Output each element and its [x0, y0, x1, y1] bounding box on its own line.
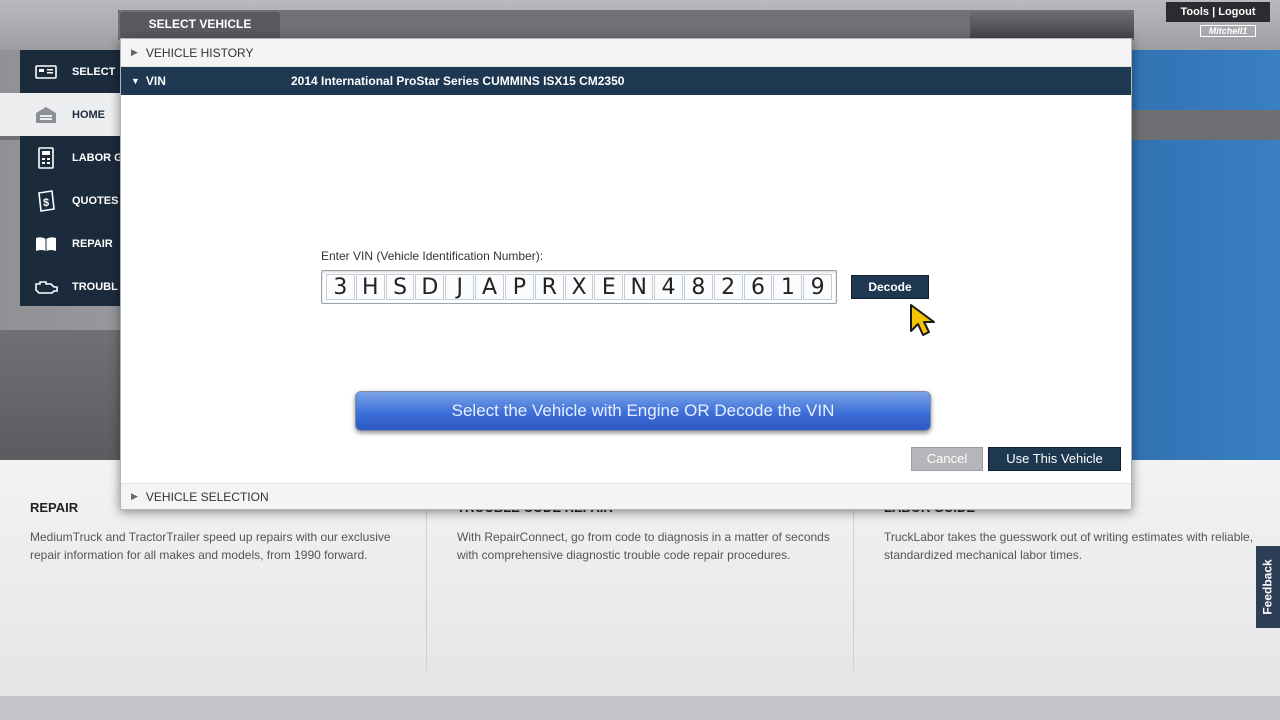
- modal-title-tab: SELECT VEHICLE: [120, 12, 280, 38]
- decode-button[interactable]: Decode: [851, 275, 929, 299]
- brand-logo: Mitchell1: [1200, 25, 1256, 37]
- nav-label: TROUBL: [72, 280, 118, 293]
- vin-char[interactable]: E: [594, 274, 624, 300]
- section-text: With RepairConnect, go from code to diag…: [457, 530, 830, 562]
- svg-text:$: $: [43, 197, 49, 209]
- vin-char[interactable]: 3: [326, 274, 355, 300]
- nav-item-home[interactable]: HOME: [0, 93, 120, 136]
- vin-section-label: VIN: [145, 74, 166, 88]
- feedback-label: Feedback: [1261, 559, 1276, 615]
- instruction-banner: Select the Vehicle with Engine OR Decode…: [355, 391, 931, 431]
- divider: [426, 500, 427, 670]
- vin-char[interactable]: 1: [773, 274, 803, 300]
- nav-label: QUOTES: [72, 194, 119, 207]
- expand-arrow-icon: ▶: [131, 47, 138, 57]
- vehicle-selection-label: VEHICLE SELECTION: [145, 489, 269, 504]
- vin-char[interactable]: S: [385, 274, 415, 300]
- pointer-cursor-icon: [910, 304, 935, 336]
- vin-char[interactable]: X: [564, 274, 594, 300]
- vin-char[interactable]: R: [534, 274, 564, 300]
- vin-input-label: Enter VIN (Vehicle Identification Number…: [321, 249, 544, 263]
- book-icon: [34, 233, 58, 255]
- nav-item-trouble-code[interactable]: TROUBL: [20, 265, 120, 308]
- nav-label: HOME: [72, 108, 105, 121]
- engine-icon: [34, 276, 58, 298]
- use-this-vehicle-button[interactable]: Use This Vehicle: [988, 447, 1121, 471]
- vehicle-history-row[interactable]: ▶ VEHICLE HISTORY: [121, 39, 1131, 67]
- select-vehicle-dialog: ▶ VEHICLE HISTORY ▼ VIN 2014 Internation…: [120, 38, 1132, 510]
- vin-char[interactable]: P: [504, 274, 534, 300]
- calculator-icon: [34, 146, 58, 169]
- nav-item-quotes[interactable]: $ QUOTES: [20, 179, 120, 222]
- footer: [0, 696, 1280, 720]
- vin-char[interactable]: 8: [683, 274, 713, 300]
- nav-item-labor-guide[interactable]: LABOR G: [20, 136, 120, 179]
- vin-char[interactable]: H: [355, 274, 385, 300]
- vin-char[interactable]: 2: [713, 274, 743, 300]
- expand-arrow-icon: ▶: [131, 491, 138, 501]
- vin-input[interactable]: 3 H S D J A P R X E N 4 8 2 6 1 9: [321, 270, 837, 304]
- divider: [853, 500, 854, 670]
- vehicle-selection-row[interactable]: ▶ VEHICLE SELECTION: [121, 483, 1131, 509]
- feedback-tab[interactable]: Feedback: [1256, 546, 1280, 628]
- vin-char[interactable]: A: [475, 274, 504, 300]
- vin-char[interactable]: J: [445, 274, 475, 300]
- vin-char[interactable]: 6: [743, 274, 773, 300]
- section-text: MediumTruck and TractorTrailer speed up …: [30, 530, 391, 562]
- section-text: TruckLabor takes the guesswork out of wr…: [884, 530, 1254, 562]
- side-navigation: SELECT HOME LABOR G $ QUOTES REPAIR TROU…: [0, 50, 120, 308]
- vehicle-history-label: VEHICLE HISTORY: [145, 45, 254, 60]
- nav-label: REPAIR: [72, 237, 113, 250]
- vin-char[interactable]: 4: [654, 274, 683, 300]
- vin-char[interactable]: N: [624, 274, 654, 300]
- nav-item-repair[interactable]: REPAIR: [20, 222, 120, 265]
- vin-char[interactable]: 9: [803, 274, 833, 300]
- tools-logout-link[interactable]: Tools | Logout: [1166, 2, 1270, 22]
- garage-icon: [34, 104, 58, 126]
- cancel-button[interactable]: Cancel: [911, 447, 983, 471]
- vin-char[interactable]: D: [415, 274, 445, 300]
- car-icon: [34, 61, 58, 83]
- modal-tab-blank: [970, 12, 1134, 38]
- nav-item-select-vehicle[interactable]: SELECT: [20, 50, 120, 93]
- hero-shade: [0, 330, 120, 460]
- collapse-arrow-icon: ▼: [131, 76, 140, 86]
- vin-section-row[interactable]: ▼ VIN 2014 International ProStar Series …: [121, 67, 1131, 95]
- nav-label: SELECT: [72, 65, 116, 78]
- selected-vehicle-name: 2014 International ProStar Series CUMMIN…: [291, 74, 625, 88]
- quote-icon: $: [34, 189, 58, 212]
- nav-label: LABOR G: [72, 151, 120, 164]
